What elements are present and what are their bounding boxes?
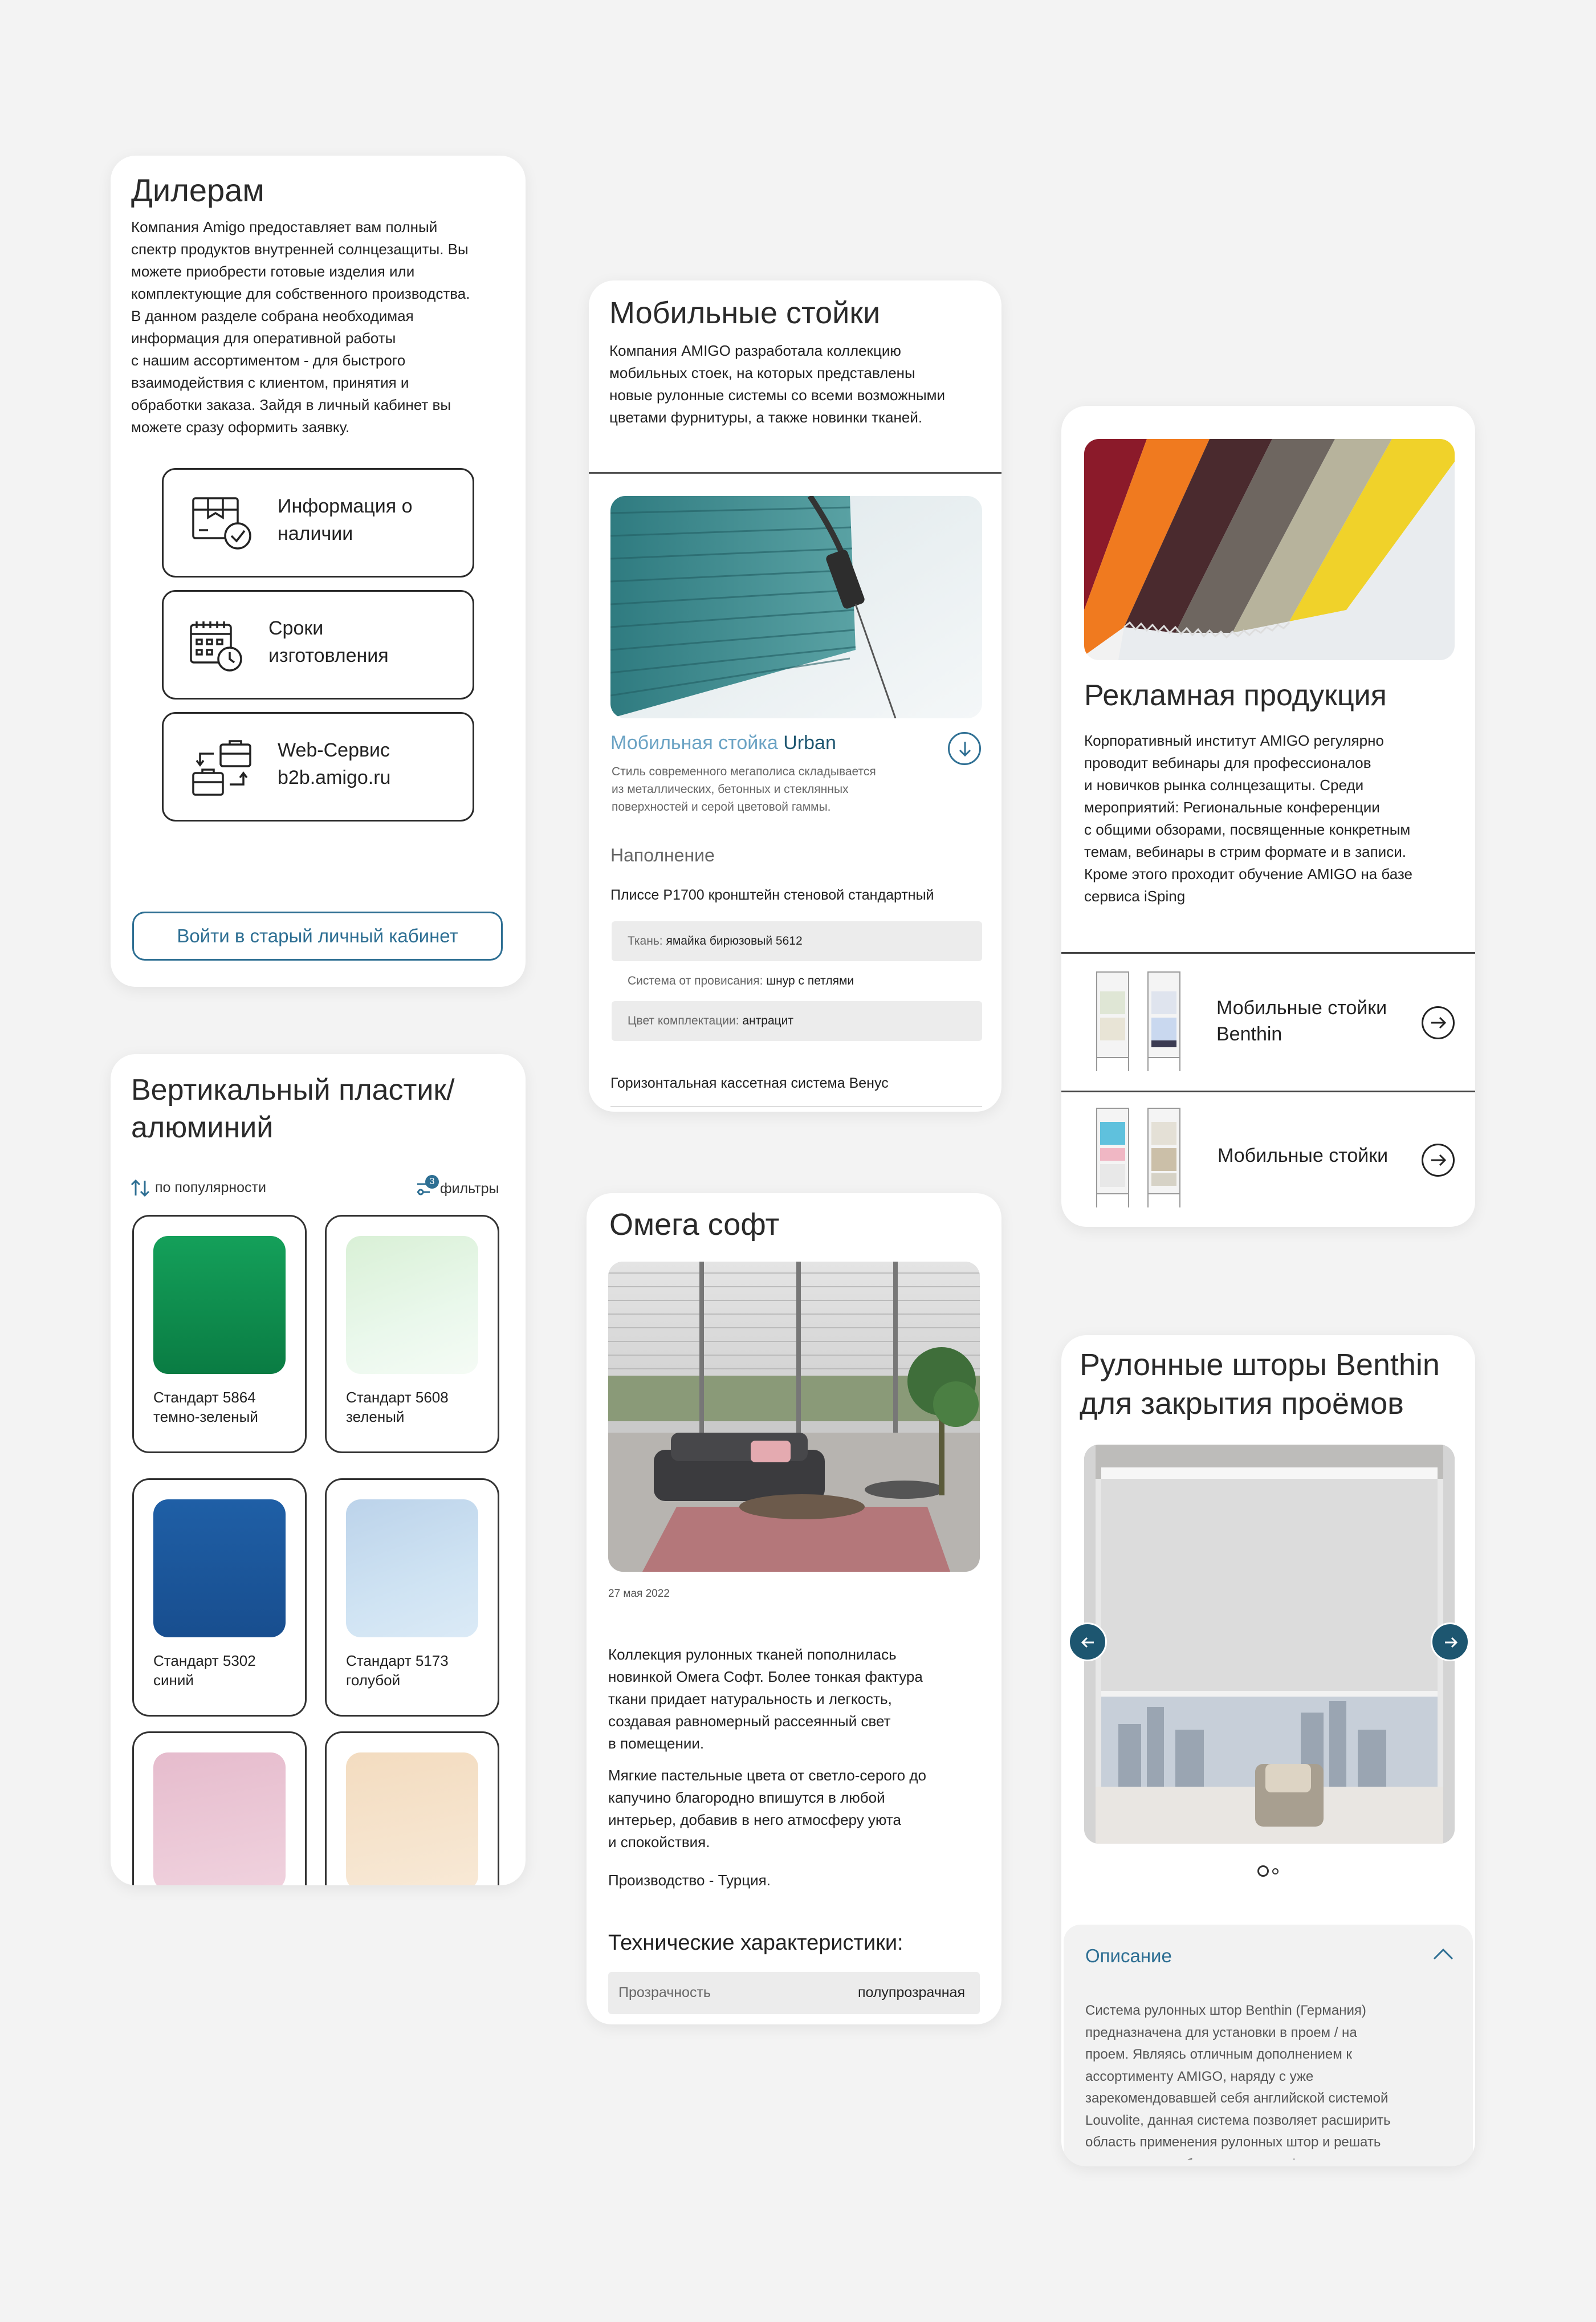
- product-name-link[interactable]: Мобильная стойка Urban: [610, 732, 836, 754]
- omega-paragraph-2: Мягкие пастельные цвета от светло-серого…: [608, 1767, 926, 1851]
- fill-item-title: Плиссе Р1700 кронштейн стеновой стандарт…: [610, 887, 934, 903]
- color-swatch: [153, 1752, 286, 1885]
- fill-item-title: Горизонтальная кассетная система Венус: [610, 1075, 889, 1091]
- accordion-header[interactable]: Описание: [1064, 1925, 1473, 1979]
- product-description: Стиль современного мегаполиса складывает…: [612, 765, 876, 814]
- carousel-next-button[interactable]: [1431, 1622, 1469, 1661]
- carousel-dot[interactable]: [1272, 1868, 1279, 1874]
- benthin-title: Рулонные шторы Benthin для закрытия проё…: [1080, 1348, 1440, 1421]
- availability-link[interactable]: Информация о наличии: [162, 468, 474, 578]
- spec-row: Ткань: ямайка бирюзовый 5612: [612, 921, 982, 961]
- divider: [589, 472, 1001, 474]
- calendar-clock-icon: [189, 619, 246, 674]
- filter-label: фильтры: [440, 1181, 499, 1197]
- promo-link-label: Мобильные стойки: [1218, 1145, 1389, 1166]
- fill-heading: Наполнение: [610, 845, 715, 865]
- divider: [610, 1106, 982, 1107]
- product-card[interactable]: Стандарт 5864 темно-зеленый: [132, 1215, 307, 1453]
- accordion-body: Система рулонных штор Benthin (Германия)…: [1085, 2003, 1391, 2160]
- accordion-title: Описание: [1085, 1945, 1172, 1966]
- fabric-samples-photo: [1084, 439, 1455, 660]
- omega-title: Омега софт: [609, 1207, 780, 1242]
- briefcase-exchange-icon: [191, 739, 254, 802]
- availability-link-label: Информация о наличии: [278, 495, 413, 544]
- origin-text: Производство - Турция.: [608, 1872, 771, 1889]
- publish-date: 27 мая 2022: [608, 1588, 670, 1600]
- dealers-title: Дилерам: [131, 172, 264, 208]
- mobile-title: Мобильные стойки: [609, 296, 881, 330]
- vertical-title: Вертикальный пластик/ алюминий: [131, 1073, 455, 1144]
- promo-link-benthin[interactable]: Мобильные стойки Benthin: [1061, 954, 1475, 1091]
- display-stand-thumbnail: [1091, 1105, 1188, 1213]
- living-room-photo: [608, 1262, 980, 1572]
- chevron-up-icon: [1432, 1947, 1455, 1961]
- arrow-right-icon: [1422, 1144, 1455, 1177]
- roller-blind-photo: [1084, 1445, 1455, 1844]
- product-card[interactable]: Стандарт 5608 зеленый: [325, 1215, 499, 1453]
- sort-arrows-icon: [130, 1178, 150, 1198]
- promo-link-stands[interactable]: Мобильные стойки: [1061, 1092, 1475, 1227]
- lead-time-link[interactable]: Сроки изготовления: [162, 590, 474, 700]
- mobile-stands-card: Мобильные стойки Компания AMIGO разработ…: [589, 280, 1001, 1112]
- sort-label: по популярности: [155, 1180, 266, 1195]
- promo-paragraph: Корпоративный институт AMIGO регулярно п…: [1084, 732, 1412, 905]
- lead-time-link-label: Сроки изготовления: [268, 617, 389, 666]
- spec-heading: Технические характеристики:: [608, 1931, 903, 1955]
- color-swatch: [346, 1236, 478, 1374]
- arrow-left-icon: [1078, 1632, 1098, 1653]
- web-service-link-label: Web-Сервис b2b.amigo.ru: [278, 739, 391, 788]
- download-button[interactable]: [948, 732, 981, 765]
- login-old-cabinet-button[interactable]: Войти в старый личный кабинет: [132, 912, 503, 961]
- arrow-down-icon: [958, 741, 972, 758]
- color-swatch: [346, 1499, 478, 1637]
- filter-control[interactable]: 3 фильтры: [416, 1175, 513, 1200]
- dealers-card: Дилерам Компания Amigo предоставляет вам…: [111, 156, 526, 987]
- color-swatch: [153, 1499, 286, 1637]
- promo-card: Рекламная продукция Корпоративный инстит…: [1061, 406, 1475, 1227]
- web-service-link[interactable]: Web-Сервис b2b.amigo.ru: [162, 712, 474, 822]
- spec-label: Прозрачность: [618, 1985, 711, 2000]
- description-accordion: Описание Система рулонных штор Benthin (…: [1064, 1925, 1473, 2166]
- benthin-card: Рулонные шторы Benthin для закрытия проё…: [1061, 1335, 1475, 2166]
- promo-link-label: Мобильные стойки Benthin: [1216, 997, 1387, 1045]
- product-card[interactable]: [325, 1731, 499, 1885]
- box-check-icon: [191, 495, 254, 552]
- carousel-prev-button[interactable]: [1068, 1622, 1107, 1661]
- promo-title: Рекламная продукция: [1084, 679, 1387, 712]
- carousel-dot-active[interactable]: [1257, 1865, 1269, 1877]
- dealers-paragraph: Компания Amigo предоставляет вам полный …: [131, 218, 470, 436]
- arrow-right-icon: [1422, 1006, 1455, 1039]
- spec-row: Система от провисания: шнур с петлями: [612, 961, 982, 1001]
- omega-soft-card: Омега софт 27 мая 2022 Коллекция рулонны…: [587, 1193, 1001, 2024]
- display-stand-thumbnail: [1091, 969, 1188, 1077]
- spec-row: Цвет комплектации: антрацит: [612, 1001, 982, 1041]
- filter-count-badge: 3: [425, 1175, 439, 1189]
- mobile-paragraph: Компания AMIGO разработала коллекцию моб…: [609, 342, 946, 426]
- vertical-blinds-card: Вертикальный пластик/ алюминий по популя…: [111, 1054, 526, 1885]
- arrow-right-icon: [1440, 1632, 1461, 1653]
- product-card[interactable]: Стандарт 5302 синий: [132, 1478, 307, 1717]
- product-card[interactable]: Стандарт 5173 голубой: [325, 1478, 499, 1717]
- spec-row: Прозрачность полупрозрачная: [608, 1972, 980, 2014]
- pleated-blind-photo: [610, 496, 982, 718]
- product-card[interactable]: [132, 1731, 307, 1885]
- color-swatch: [153, 1236, 286, 1374]
- color-swatch: [346, 1752, 478, 1885]
- omega-paragraph-1: Коллекция рулонных тканей пополнилась но…: [608, 1646, 923, 1752]
- spec-value: полупрозрачная: [857, 1985, 965, 2000]
